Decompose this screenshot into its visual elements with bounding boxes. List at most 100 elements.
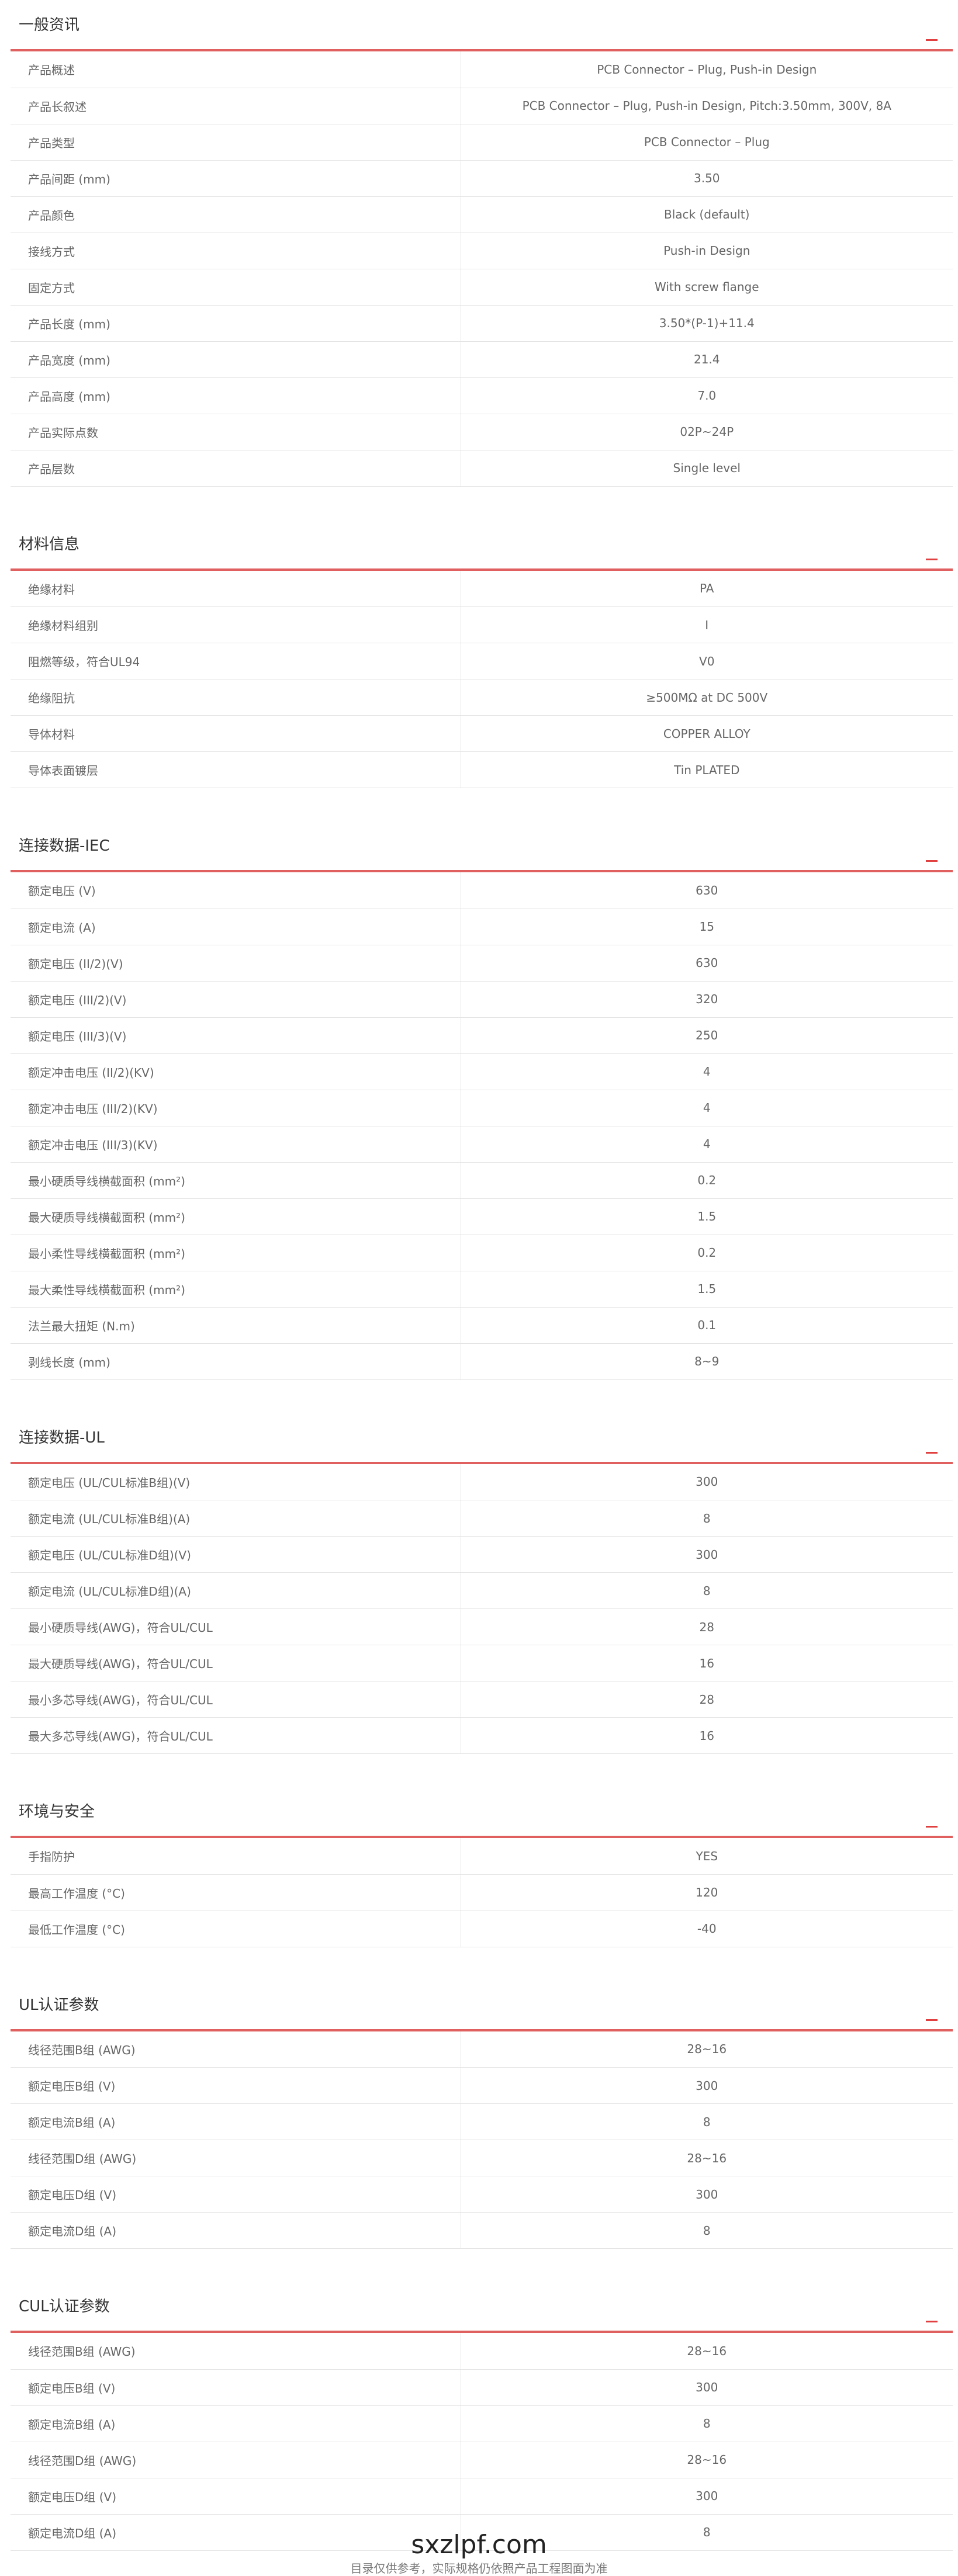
spec-label: 法兰最大扭矩 (N.m) xyxy=(11,1307,461,1344)
section-header[interactable]: 连接数据-UL xyxy=(11,1413,953,1464)
section-header[interactable]: 连接数据-IEC xyxy=(11,821,953,872)
table-row: 额定电流 (A) 15 xyxy=(11,909,953,945)
spec-label: 绝缘材料 xyxy=(11,570,461,607)
collapse-minus-icon[interactable] xyxy=(926,558,938,560)
table-row: 额定电流B组 (A) 8 xyxy=(11,2103,953,2140)
spec-table: 产品概述 PCB Connector – Plug, Push-in Design… xyxy=(11,51,953,487)
table-row: 最小硬质导线(AWG)，符合UL/CUL 28 xyxy=(11,1608,953,1645)
table-row: 最大硬质导线横截面积 (mm²) 1.5 xyxy=(11,1198,953,1235)
spec-value: 7.0 xyxy=(461,377,953,414)
table-row: 额定电压 (UL/CUL标准D组)(V) 300 xyxy=(11,1536,953,1573)
spec-label: 最高工作温度 (°C) xyxy=(11,1874,461,1911)
section-header[interactable]: 材料信息 xyxy=(11,519,953,571)
collapse-minus-icon[interactable] xyxy=(926,1826,938,1828)
spec-value: 0.2 xyxy=(461,1235,953,1271)
spec-label: 接线方式 xyxy=(11,233,461,269)
spec-value: 16 xyxy=(461,1717,953,1754)
table-row: 额定电压 (III/2)(V) 320 xyxy=(11,981,953,1018)
spec-label: 额定电压D组 (V) xyxy=(11,2176,461,2213)
collapse-minus-icon[interactable] xyxy=(926,39,938,41)
spec-table: 手指防护 YES 最高工作温度 (°C) 120 最低工作温度 (°C) -40 xyxy=(11,1838,953,1947)
spec-label: 产品长度 (mm) xyxy=(11,305,461,342)
table-row: 最小多芯导线(AWG)，符合UL/CUL 28 xyxy=(11,1681,953,1718)
spec-value: 630 xyxy=(461,872,953,909)
collapse-minus-icon[interactable] xyxy=(926,2321,938,2322)
spec-label: 额定冲击电压 (III/2)(KV) xyxy=(11,1090,461,1126)
section-header[interactable]: UL认证参数 xyxy=(11,1980,953,2031)
table-row: 线径范围B组 (AWG) 28~16 xyxy=(11,2333,953,2370)
spec-label: 额定电流B组 (A) xyxy=(11,2405,461,2442)
table-row: 额定电压 (V) 630 xyxy=(11,872,953,909)
spec-label: 最小多芯导线(AWG)，符合UL/CUL xyxy=(11,1681,461,1718)
spec-value: PCB Connector – Plug, Push-in Design xyxy=(461,51,953,88)
spec-value: YES xyxy=(461,1838,953,1875)
section-header[interactable]: 环境与安全 xyxy=(11,1787,953,1838)
spec-value: PCB Connector – Plug xyxy=(461,124,953,161)
collapse-minus-icon[interactable] xyxy=(926,2019,938,2021)
table-row: 产品颜色 Black (default) xyxy=(11,196,953,233)
spec-label: 产品高度 (mm) xyxy=(11,377,461,414)
table-row: 额定冲击电压 (III/2)(KV) 4 xyxy=(11,1090,953,1126)
spec-label: 产品颜色 xyxy=(11,196,461,233)
spec-value: 8~9 xyxy=(461,1343,953,1380)
table-row: 产品宽度 (mm) 21.4 xyxy=(11,341,953,378)
table-row: 产品长度 (mm) 3.50*(P-1)+11.4 xyxy=(11,305,953,342)
table-row: 手指防护 YES xyxy=(11,1838,953,1875)
table-row: 额定电压 (UL/CUL标准B组)(V) 300 xyxy=(11,1464,953,1500)
table-row: 导体材料 COPPER ALLOY xyxy=(11,715,953,752)
spec-label: 产品宽度 (mm) xyxy=(11,341,461,378)
spec-value: 28 xyxy=(461,1681,953,1718)
table-row: 接线方式 Push-in Design xyxy=(11,233,953,269)
spec-value: 1.5 xyxy=(461,1198,953,1235)
table-row: 产品间距 (mm) 3.50 xyxy=(11,160,953,197)
spec-value: 300 xyxy=(461,2176,953,2213)
table-row: 固定方式 With screw flange xyxy=(11,269,953,306)
spec-value: 120 xyxy=(461,1874,953,1911)
collapse-minus-icon[interactable] xyxy=(926,1451,938,1454)
spec-value: 28 xyxy=(461,1608,953,1645)
spec-table: 线径范围B组 (AWG) 28~16 额定电压B组 (V) 300 额定电流B组 (A)… xyxy=(11,2031,953,2249)
spec-value: ≥500MΩ at DC 500V xyxy=(461,679,953,716)
table-row: 法兰最大扭矩 (N.m) 0.1 xyxy=(11,1307,953,1344)
spec-label: 产品概述 xyxy=(11,51,461,88)
section-header[interactable]: 一般资讯 xyxy=(11,0,953,51)
table-row: 额定冲击电压 (II/2)(KV) 4 xyxy=(11,1053,953,1090)
spec-label: 额定电压 (III/3)(V) xyxy=(11,1017,461,1054)
spec-value: PCB Connector – Plug, Push-in Design, Pi… xyxy=(461,88,953,124)
spec-label: 额定冲击电压 (II/2)(KV) xyxy=(11,1053,461,1090)
spec-label: 最大多芯导线(AWG)，符合UL/CUL xyxy=(11,1717,461,1754)
spec-section: UL认证参数 线径范围B组 (AWG) 28~16 额定电压B组 (V) 300 额定电流… xyxy=(11,1980,953,2282)
spec-label: 额定电压 (V) xyxy=(11,872,461,909)
spec-label: 额定电流D组 (A) xyxy=(11,2212,461,2249)
table-row: 最小柔性导线横截面积 (mm²) 0.2 xyxy=(11,1235,953,1271)
spec-value: With screw flange xyxy=(461,269,953,306)
section-header[interactable]: CUL认证参数 xyxy=(11,2282,953,2333)
spec-value: I xyxy=(461,606,953,643)
spec-label: 绝缘材料组别 xyxy=(11,606,461,643)
spec-label: 额定电压D组 (V) xyxy=(11,2478,461,2515)
spec-label: 线径范围B组 (AWG) xyxy=(11,2333,461,2370)
footer-note: 目录仅供参考，实际规格仍依照产品工程图面为准 xyxy=(350,2561,608,2575)
spec-value: Single level xyxy=(461,450,953,487)
collapse-minus-icon[interactable] xyxy=(926,860,938,862)
spec-value: 4 xyxy=(461,1053,953,1090)
table-row: 额定电压 (II/2)(V) 630 xyxy=(11,945,953,982)
spec-label: 最小柔性导线横截面积 (mm²) xyxy=(11,1235,461,1271)
spec-label: 额定电压 (UL/CUL标准D组)(V) xyxy=(11,1536,461,1573)
spec-section: 连接数据-IEC 额定电压 (V) 630 额定电流 (A) 15 额定电压 (II/2)… xyxy=(11,821,953,1413)
spec-value: COPPER ALLOY xyxy=(461,715,953,752)
section-title: CUL认证参数 xyxy=(19,2298,110,2315)
spec-label: 剥线长度 (mm) xyxy=(11,1343,461,1380)
spec-section: 环境与安全 手指防护 YES 最高工作温度 (°C) 120 最低工作温度 (°C) -40 xyxy=(11,1787,953,1980)
table-row: 阻燃等级，符合UL94 V0 xyxy=(11,643,953,679)
section-title: 连接数据-IEC xyxy=(19,837,110,855)
spec-label: 产品间距 (mm) xyxy=(11,160,461,197)
table-row: 产品高度 (mm) 7.0 xyxy=(11,377,953,414)
spec-label: 最大硬质导线(AWG)，符合UL/CUL xyxy=(11,1645,461,1681)
spec-label: 额定电流 (UL/CUL标准B组)(A) xyxy=(11,1500,461,1537)
spec-section: CUL认证参数 线径范围B组 (AWG) 28~16 额定电压B组 (V) 300 额定电… xyxy=(11,2282,953,2551)
table-row: 额定电流B组 (A) 8 xyxy=(11,2405,953,2442)
